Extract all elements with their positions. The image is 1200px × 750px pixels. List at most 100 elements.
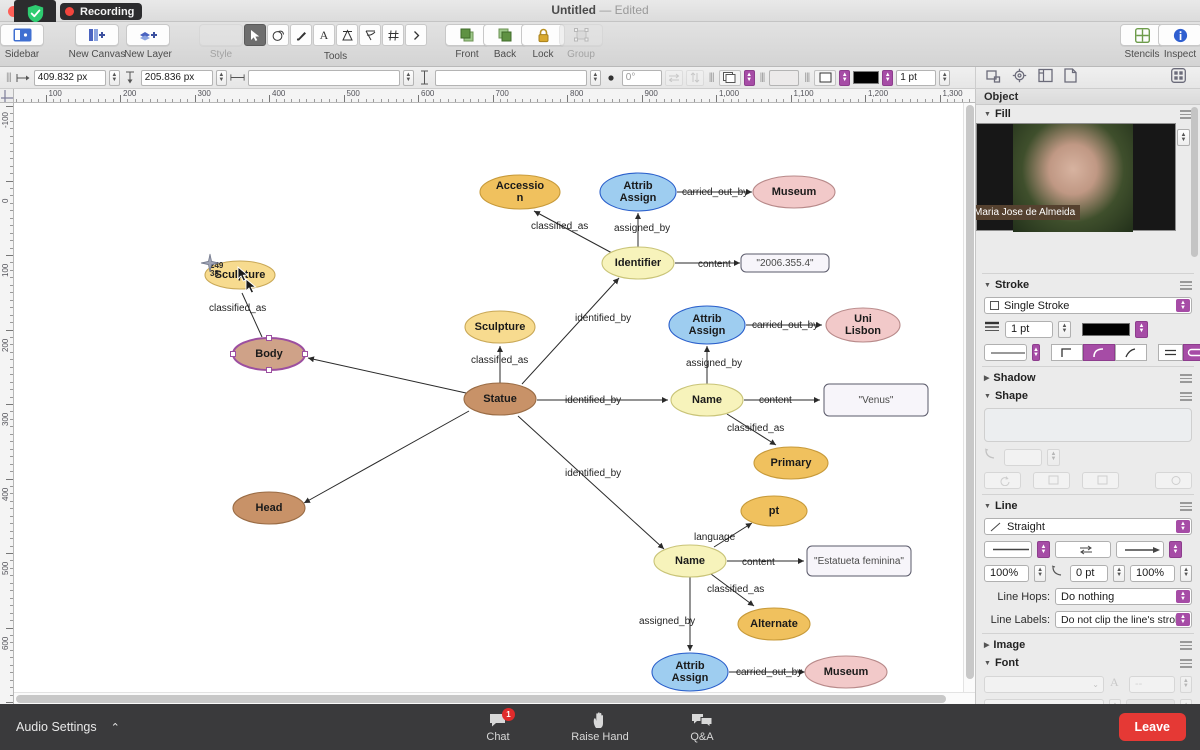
disclosure-triangle-closed-icon[interactable]: ▶ — [984, 641, 989, 649]
height-input[interactable] — [434, 69, 587, 86]
y-position-input[interactable]: 205.836 px — [140, 69, 213, 86]
new-layer-icon[interactable] — [126, 24, 170, 46]
edge-label[interactable]: identified_by — [565, 395, 621, 406]
width-stepper[interactable]: ▲ ▼ — [402, 69, 414, 86]
toolbar-item-inspect[interactable]: Inspect — [1158, 24, 1200, 60]
line-type-dropdown-arrow[interactable]: ▲ ▼ — [1176, 520, 1190, 533]
diagram-edge[interactable] — [307, 356, 467, 394]
diagram-node-statue[interactable] — [463, 382, 537, 416]
stroke-color-dropdown[interactable]: ▲ ▼ — [1135, 320, 1148, 338]
object-tab-icon[interactable] — [986, 68, 1001, 88]
edge-label[interactable]: language — [694, 532, 735, 543]
canvas-horizontal-scrollbar[interactable] — [14, 692, 975, 704]
diagram-edge[interactable] — [521, 277, 620, 385]
diagram-node-attrib3[interactable] — [651, 652, 729, 692]
toolbar-item-sidebar[interactable]: Sidebar — [0, 24, 44, 60]
x-position-input[interactable]: 409.832 px — [33, 69, 106, 86]
stroke-color-swatch[interactable] — [1082, 322, 1130, 336]
fill-image-preview[interactable]: Maria Jose de Almeida — [976, 123, 1176, 232]
disclosure-triangle-open-icon[interactable]: ▼ — [984, 503, 991, 510]
canvas-vertical-scroll-thumb[interactable] — [966, 105, 974, 679]
line-corner-radius-field[interactable]: 0 pt — [1070, 564, 1109, 582]
diagram-node-head[interactable] — [232, 491, 306, 525]
canvas-horizontal-scroll-thumb[interactable] — [16, 695, 946, 703]
rotation-input[interactable]: 0° — [621, 69, 662, 86]
vertical-ruler[interactable]: -100 0 100 200 300 400 500 600 — [0, 89, 14, 704]
chat-button[interactable]: 1 Chat — [469, 707, 527, 743]
line-start-percent-stepper[interactable]: ▲ ▼ — [1034, 564, 1047, 582]
raise-hand-button[interactable]: Raise Hand — [571, 711, 629, 743]
selection-handle[interactable] — [302, 351, 308, 357]
edge-label[interactable]: carried_out_by — [752, 320, 818, 331]
selection-handle[interactable] — [266, 335, 272, 341]
flip-shape-h-button[interactable] — [1033, 472, 1070, 489]
edge-label[interactable]: carried_out_by — [682, 187, 748, 198]
diagram-edge[interactable] — [533, 210, 613, 254]
inspector-scrollbar[interactable] — [1190, 107, 1199, 701]
line-start-cap-select[interactable] — [984, 541, 1032, 558]
selection-handle[interactable] — [230, 351, 236, 357]
x-position-stepper[interactable]: ▲ ▼ — [108, 69, 120, 86]
selection-arrow-icon[interactable] — [244, 24, 266, 46]
line-start-percent-field[interactable]: 100% — [984, 564, 1030, 582]
corner-round-icon[interactable] — [1082, 344, 1115, 361]
font-size-field[interactable]: -- — [1129, 675, 1175, 693]
corner-style-segmented[interactable] — [1050, 344, 1147, 361]
leave-button[interactable]: Leave — [1118, 713, 1186, 741]
drag-grip-4-icon[interactable]: ||| — [802, 72, 811, 83]
font-family-select[interactable]: ⌄ — [984, 675, 1104, 693]
diagram-graph[interactable] — [14, 103, 963, 704]
edge-label[interactable]: classified_as — [471, 355, 528, 366]
diagram-node-sculpture2[interactable] — [464, 310, 536, 344]
section-header-shadow[interactable]: ▶ Shadow — [976, 369, 1200, 387]
fill-style-dropdown[interactable]: ▲ ▼ — [743, 69, 755, 86]
height-stepper[interactable]: ▲ ▼ — [589, 69, 601, 86]
flip-shape-v-button[interactable] — [1082, 472, 1119, 489]
diagram-node-attrib2[interactable] — [668, 305, 746, 345]
diagram-node-attrib1[interactable] — [599, 172, 677, 212]
edge-label[interactable]: classified_as — [531, 221, 588, 232]
edge-label[interactable]: carried_out_by — [736, 667, 802, 678]
drag-grip-3-icon[interactable]: ||| — [758, 72, 767, 83]
edge-label[interactable]: classified_as — [707, 584, 764, 595]
grid-tab-icon[interactable] — [1171, 67, 1186, 88]
diagram-node-museum1[interactable] — [752, 175, 836, 209]
line-end-cap-select[interactable] — [1116, 541, 1164, 558]
disclosure-triangle-open-icon[interactable]: ▼ — [984, 111, 991, 118]
horizontal-ruler[interactable]: 100 200 300 400 500 600 700 800 900 1,000 1,100 1,2… — [14, 89, 975, 103]
fill-style-button[interactable] — [718, 69, 741, 86]
section-header-shape[interactable]: ▼ Shape — [976, 387, 1200, 405]
line-corner-radius-stepper[interactable]: ▲ ▼ — [1113, 564, 1125, 582]
diagram-node-identifier[interactable] — [601, 246, 675, 280]
disclosure-triangle-open-icon[interactable]: ▼ — [984, 393, 991, 400]
stroke-color-swatch[interactable] — [853, 71, 880, 84]
stroke-width-stepper[interactable]: ▲ ▼ — [1058, 320, 1071, 338]
stroke-type-dropdown-arrow[interactable]: ▲ ▼ — [1176, 299, 1190, 312]
disclosure-triangle-closed-icon[interactable]: ▶ — [984, 374, 989, 382]
new-canvas-icon[interactable] — [75, 24, 119, 46]
diagram-edge[interactable] — [241, 292, 263, 338]
line-hops-select[interactable]: Do nothing ▲ ▼ — [1055, 588, 1192, 605]
edge-label[interactable]: assigned_by — [686, 358, 742, 369]
text-tool-icon[interactable]: A — [313, 24, 335, 46]
edge-label[interactable]: assigned_by — [614, 223, 670, 234]
line-labels-select[interactable]: Do not clip the line's stroke ▲ ▼ — [1055, 611, 1192, 628]
stroke-color-dropdown[interactable]: ▲ ▼ — [882, 69, 894, 86]
edge-label[interactable]: content — [742, 557, 775, 568]
canvas-tab-icon[interactable] — [1038, 68, 1053, 88]
dash-style-dropdown[interactable]: ▲ ▼ — [1032, 344, 1040, 361]
line-type-select[interactable]: Straight ▲ ▼ — [984, 518, 1192, 535]
stroke-type-select[interactable]: Single Stroke ▲ ▼ — [984, 297, 1192, 314]
cap-butt-icon[interactable] — [1157, 344, 1183, 361]
corner-bevel-icon[interactable] — [1114, 344, 1147, 361]
diagram-node-primary[interactable] — [753, 446, 829, 480]
diagram-node-pt[interactable] — [740, 495, 808, 527]
drawing-canvas[interactable]: classified_as assigned_by carried_out_by co… — [14, 103, 975, 704]
line-start-cap-dropdown[interactable]: ▲ ▼ — [1037, 541, 1050, 558]
drag-grip-icon[interactable]: ||| — [4, 72, 13, 83]
diagram-node-name1[interactable] — [670, 383, 744, 417]
diagram-node-name2[interactable] — [653, 544, 727, 578]
fill-stepper[interactable]: ▲ ▼ — [1177, 129, 1190, 146]
section-header-image[interactable]: ▶ Image — [976, 636, 1200, 654]
grid-tool-icon[interactable] — [382, 24, 404, 46]
